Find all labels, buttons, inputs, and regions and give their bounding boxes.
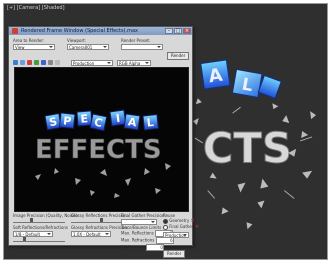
final-gather-x-icon[interactable]: ×	[195, 224, 199, 230]
letter-cube: L	[231, 68, 263, 98]
render-preset-group: Render Preset:	[121, 38, 163, 50]
image-precision-column: Image Precision (Quality, Noise): Soft R…	[13, 213, 79, 244]
max-refractions-label: Max. Refractions	[121, 237, 155, 243]
soft-reflections-knob[interactable]	[23, 237, 26, 241]
image-precision-knob[interactable]	[30, 218, 34, 222]
production-mode-select[interactable]: Production	[163, 232, 189, 238]
channel-select[interactable]: RGB Alpha	[117, 60, 151, 66]
final-gather-radio[interactable]	[163, 224, 168, 230]
soft-reflections-select[interactable]: 1/8 - Default	[13, 231, 53, 237]
final-gather-column: Final Gather Precision: Trace/Bounce Lim…	[121, 213, 174, 251]
image-precision-label: Image Precision (Quality, Noise):	[13, 213, 79, 218]
effects-text: EFFECTS	[35, 135, 162, 165]
letter-cube: A	[200, 59, 231, 90]
area-to-render-group: Area to Render: View	[13, 38, 55, 50]
max-reflections-label: Max. Reflections	[121, 230, 154, 236]
render-preset-label: Render Preset:	[121, 38, 151, 43]
save-icon[interactable]	[13, 60, 18, 65]
copy-icon[interactable]	[20, 60, 25, 65]
dialog-titlebar[interactable]: Rendered Frame Window (Special Effects).…	[9, 27, 192, 35]
final-gather-reuse-label: Final Gather	[169, 224, 194, 229]
red-channel-icon[interactable]	[27, 60, 32, 65]
image-precision-slider[interactable]	[13, 218, 65, 223]
render-debris	[35, 163, 171, 198]
blue-channel-icon[interactable]	[41, 60, 46, 65]
glossy-reflections-label: Glossy Reflections Precision:	[71, 213, 128, 218]
reuse-column: Reuse Geometry × Final Gather × Producti…	[163, 213, 199, 259]
fg-bounces-input[interactable]: 0	[145, 244, 164, 251]
bottom-render-button[interactable]: Render	[163, 250, 186, 258]
maximize-button[interactable]: □	[174, 28, 182, 34]
rendered-image: S P E C I A L EFFECTS	[35, 109, 171, 198]
svg-text:L: L	[146, 116, 154, 130]
app-logo-icon	[12, 28, 18, 34]
close-button[interactable]: ×	[183, 28, 191, 34]
render-settings-panel: Image Precision (Quality, Noise): Soft R…	[13, 213, 199, 258]
final-gather-select[interactable]	[121, 219, 157, 225]
letter-cube	[257, 74, 282, 99]
soft-reflections-label: Soft Reflections/Refractions	[13, 225, 69, 230]
frame-toolbar	[13, 60, 60, 65]
geometry-radio[interactable]	[163, 218, 168, 224]
dialog-title: Rendered Frame Window (Special Effects).…	[21, 28, 138, 34]
area-to-render-label: Area to Render:	[13, 38, 45, 43]
viewport-select-label: Viewport:	[67, 38, 87, 43]
minimize-button[interactable]: –	[165, 28, 173, 34]
viewport[interactable]: [+] [Camera] [Shaded] A L CTS Rendered F…	[3, 3, 328, 260]
glossy-refractions-select[interactable]: 1.0X - Default	[71, 231, 111, 237]
render-frame-canvas: S P E C I A L EFFECTS	[14, 67, 189, 212]
green-channel-icon[interactable]	[34, 60, 39, 65]
render-button-label: Render	[167, 52, 190, 60]
glossy-refractions-label: Glossy Refractions Precision:	[71, 225, 129, 230]
glossy-reflections-knob[interactable]	[100, 218, 104, 222]
special-cubes: S P E C I A L	[44, 109, 159, 132]
fg-bounces-label: FG Bounces	[121, 244, 145, 250]
soft-reflections-slider[interactable]	[13, 237, 65, 242]
glossy-precision-column: Glossy Reflections Precision: Glossy Ref…	[71, 213, 129, 237]
scene-text-cts: CTS	[203, 124, 292, 173]
viewport-select[interactable]: Camera001	[67, 44, 109, 50]
rendered-frame-window[interactable]: Rendered Frame Window (Special Effects).…	[8, 26, 199, 258]
clear-icon[interactable]	[55, 60, 60, 65]
viewport-group: Viewport: Camera001	[67, 38, 109, 50]
glossy-reflections-slider[interactable]	[71, 218, 123, 223]
final-gather-label: Final Gather Precision:	[121, 213, 166, 218]
alpha-channel-icon[interactable]	[48, 60, 53, 65]
production-select[interactable]: Production	[71, 60, 113, 66]
render-preset-select[interactable]	[121, 44, 163, 50]
area-to-render-select[interactable]: View	[13, 44, 55, 50]
render-button[interactable]: Render	[167, 42, 190, 61]
geometry-label: Geometry	[169, 218, 190, 223]
svg-text:P: P	[63, 114, 72, 128]
svg-text:E: E	[80, 112, 88, 125]
